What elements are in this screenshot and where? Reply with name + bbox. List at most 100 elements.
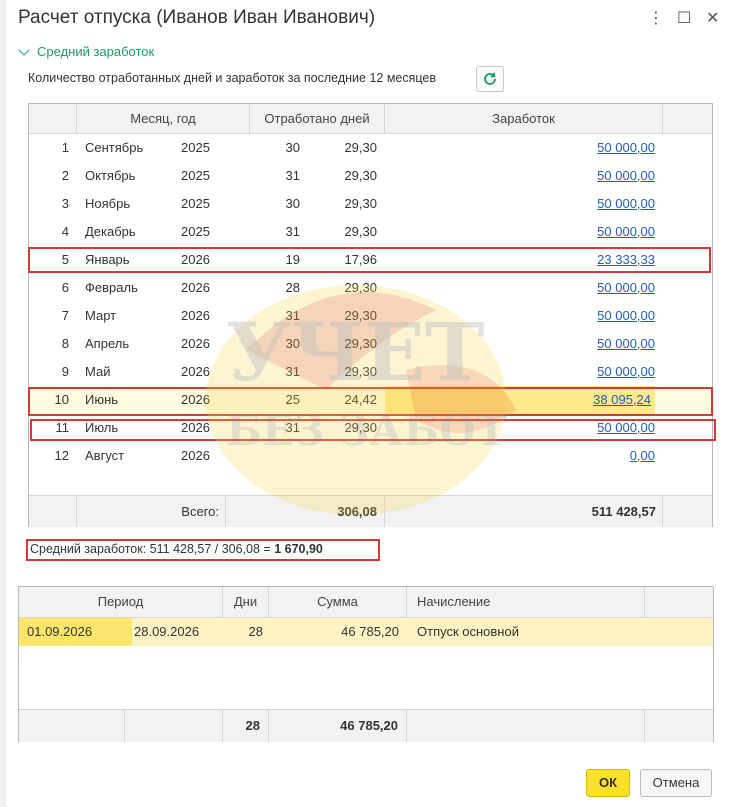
table-row[interactable]: 9 Май 2026 31 29,30 50 000,00 bbox=[29, 358, 712, 386]
chevron-down-icon bbox=[18, 43, 30, 56]
col-sum[interactable]: Сумма bbox=[269, 587, 407, 617]
row-days: 30 bbox=[285, 140, 300, 155]
table-row[interactable]: 12 Август 2026 0,00 bbox=[29, 442, 712, 470]
col-earnings[interactable]: Заработок bbox=[385, 104, 663, 133]
row-earnings-link[interactable]: 50 000,00 bbox=[385, 134, 655, 162]
earnings-description: Количество отработанных дней и заработок… bbox=[28, 71, 437, 85]
ok-button[interactable]: ОК bbox=[586, 769, 630, 797]
row-earnings-link[interactable]: 38 095,24 bbox=[385, 386, 655, 414]
row-year: 2026 bbox=[181, 280, 210, 295]
row-number: 2 bbox=[61, 168, 69, 183]
average-formula-result: 1 670,90 bbox=[274, 542, 323, 556]
col-days[interactable]: Дни bbox=[223, 587, 269, 617]
row-year: 2026 bbox=[181, 420, 210, 435]
total-coef: 306,08 bbox=[226, 496, 385, 527]
row-month: Декабрь bbox=[85, 224, 136, 239]
earnings-table-header: Месяц, год Отработано дней Заработок bbox=[29, 104, 712, 134]
row-year: 2025 bbox=[181, 168, 210, 183]
row-month: Январь bbox=[85, 252, 130, 267]
earnings-table-footer: Всего: 306,08 511 428,57 bbox=[29, 495, 712, 527]
table-row[interactable]: 7 Март 2026 31 29,30 50 000,00 bbox=[29, 302, 712, 330]
refresh-button[interactable] bbox=[476, 66, 504, 92]
col-worked-days[interactable]: Отработано дней bbox=[250, 104, 385, 133]
row-number: 4 bbox=[61, 224, 69, 239]
row-coef: 29,30 bbox=[344, 420, 377, 435]
row-coef: 29,30 bbox=[344, 196, 377, 211]
row-number: 6 bbox=[61, 280, 69, 295]
row-coef bbox=[300, 442, 377, 470]
row-number: 3 bbox=[61, 196, 69, 211]
more-menu-icon[interactable]: ⋮ bbox=[648, 8, 664, 28]
row-number: 7 bbox=[61, 308, 69, 323]
cancel-button[interactable]: Отмена bbox=[640, 769, 712, 797]
table-row[interactable]: 5 Январь 2026 19 17,96 23 333,33 bbox=[29, 246, 712, 274]
col-month-year[interactable]: Месяц, год bbox=[77, 104, 250, 133]
vacation-from[interactable]: 01.09.2026 bbox=[19, 618, 132, 646]
table-row[interactable]: 1 Сентябрь 2025 30 29,30 50 000,00 bbox=[29, 134, 712, 162]
row-days: 31 bbox=[285, 420, 300, 435]
row-year: 2025 bbox=[181, 196, 210, 211]
table-row[interactable]: 2 Октябрь 2025 31 29,30 50 000,00 bbox=[29, 162, 712, 190]
average-earnings-section-toggle[interactable]: Средний заработок bbox=[18, 43, 155, 59]
maximize-icon[interactable]: ☐ bbox=[677, 8, 691, 28]
vacation-calc-window: Расчет отпуска (Иванов Иван Иванович) ⋮ … bbox=[6, 0, 732, 807]
vacation-total-sum: 46 785,20 bbox=[269, 710, 407, 742]
row-earnings-link[interactable]: 50 000,00 bbox=[385, 190, 655, 218]
row-days: 31 bbox=[285, 364, 300, 379]
total-label: Всего: bbox=[77, 496, 226, 527]
row-earnings-link[interactable]: 50 000,00 bbox=[385, 330, 655, 358]
row-year: 2026 bbox=[181, 336, 210, 351]
row-year: 2025 bbox=[181, 224, 210, 239]
row-earnings-link[interactable]: 50 000,00 bbox=[385, 218, 655, 246]
col-period[interactable]: Период bbox=[19, 587, 223, 617]
row-number: 9 bbox=[61, 364, 69, 379]
col-accrual[interactable]: Начисление bbox=[407, 587, 645, 617]
vacation-table: Период Дни Сумма Начисление 01.09.2026 2… bbox=[18, 586, 714, 742]
row-month: Октябрь bbox=[85, 168, 136, 183]
section-title: Средний заработок bbox=[37, 44, 155, 59]
vacation-table-footer: 28 46 785,20 bbox=[19, 709, 713, 742]
table-row[interactable]: 4 Декабрь 2025 31 29,30 50 000,00 bbox=[29, 218, 712, 246]
row-coef: 29,30 bbox=[344, 336, 377, 351]
vacation-to[interactable]: 28.09.2026 bbox=[132, 618, 225, 646]
row-coef: 24,42 bbox=[344, 392, 377, 407]
row-month: Март bbox=[85, 308, 117, 323]
row-year: 2026 bbox=[181, 448, 210, 463]
row-month: Февраль bbox=[85, 280, 138, 295]
row-number: 1 bbox=[61, 140, 69, 155]
row-month: Сентябрь bbox=[85, 140, 144, 155]
close-icon[interactable]: ✕ bbox=[706, 8, 719, 28]
table-row[interactable]: 3 Ноябрь 2025 30 29,30 50 000,00 bbox=[29, 190, 712, 218]
row-number: 12 bbox=[54, 448, 69, 463]
row-month: Август bbox=[85, 448, 125, 463]
row-earnings-link[interactable]: 50 000,00 bbox=[385, 302, 655, 330]
average-formula-text: Средний заработок: 511 428,57 / 306,08 = bbox=[30, 542, 275, 556]
vacation-sum[interactable]: 46 785,20 bbox=[269, 618, 399, 646]
row-month: Июль bbox=[85, 420, 119, 435]
row-number: 5 bbox=[61, 252, 69, 267]
row-coef: 29,30 bbox=[344, 224, 377, 239]
table-row[interactable]: 8 Апрель 2026 30 29,30 50 000,00 bbox=[29, 330, 712, 358]
row-year: 2026 bbox=[181, 252, 210, 267]
row-days: 19 bbox=[285, 252, 300, 267]
row-earnings-link[interactable]: 50 000,00 bbox=[385, 358, 655, 386]
row-days: 28 bbox=[285, 280, 300, 295]
vacation-row[interactable]: 01.09.2026 28.09.2026 28 46 785,20 Отпус… bbox=[19, 618, 713, 646]
vacation-table-header: Период Дни Сумма Начисление bbox=[19, 587, 713, 618]
refresh-icon bbox=[484, 72, 496, 85]
row-year: 2026 bbox=[181, 392, 210, 407]
table-row[interactable]: 6 Февраль 2026 28 29,30 50 000,00 bbox=[29, 274, 712, 302]
row-days bbox=[250, 442, 300, 470]
row-earnings-link[interactable]: 23 333,33 bbox=[385, 246, 655, 274]
row-earnings-link[interactable]: 50 000,00 bbox=[385, 414, 655, 442]
row-earnings-link[interactable]: 0,00 bbox=[385, 442, 655, 470]
row-coef: 29,30 bbox=[344, 280, 377, 295]
row-earnings-link[interactable]: 50 000,00 bbox=[385, 162, 655, 190]
row-year: 2025 bbox=[181, 140, 210, 155]
table-row[interactable]: 10 Июнь 2026 25 24,42 38 095,24 bbox=[29, 386, 712, 414]
vacation-total-days: 28 bbox=[223, 710, 269, 742]
table-row[interactable]: 11 Июль 2026 31 29,30 50 000,00 bbox=[29, 414, 712, 442]
vacation-accrual[interactable]: Отпуск основной bbox=[417, 618, 637, 646]
vacation-days[interactable]: 28 bbox=[223, 618, 263, 646]
row-earnings-link[interactable]: 50 000,00 bbox=[385, 274, 655, 302]
